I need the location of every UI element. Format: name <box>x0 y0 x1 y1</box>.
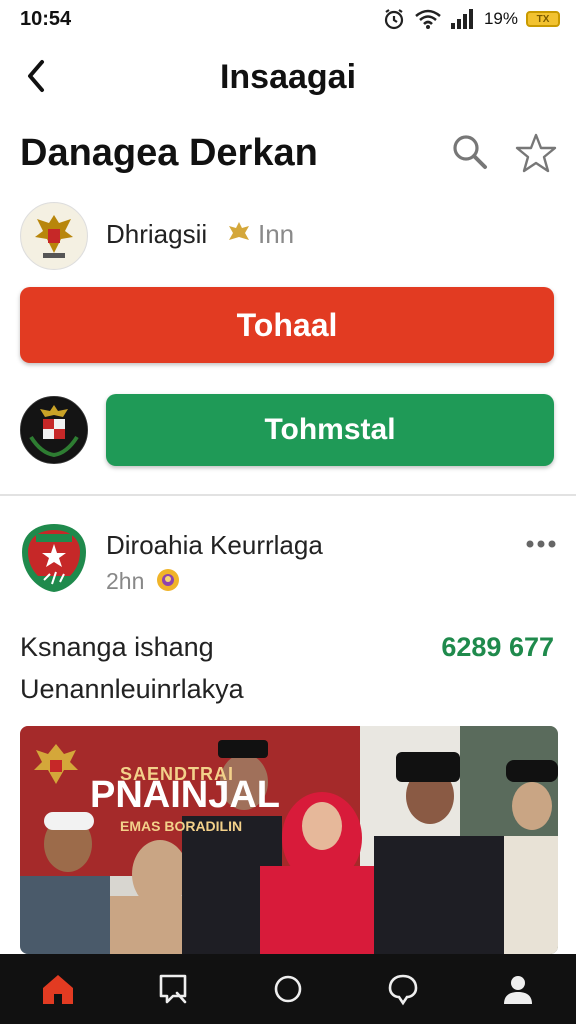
post-author[interactable]: Diroahia Keurrlaga <box>106 530 323 561</box>
primary-action-button[interactable]: Tohaal <box>20 287 554 363</box>
status-bar: 10:54 19% TX <box>0 0 576 38</box>
header-title: Insaagai <box>219 58 357 96</box>
notification-bubble-icon[interactable] <box>385 971 421 1007</box>
banner-text-line-3: EMAS BORADILIN <box>120 818 243 834</box>
signal-icon <box>450 9 473 29</box>
org-status: Inn <box>258 219 295 249</box>
star-icon[interactable] <box>515 132 557 174</box>
page-heading: Danagea Derkan <box>20 130 557 184</box>
battery-icon: TX <box>526 11 560 27</box>
status-time: 10:54 <box>20 7 72 30</box>
post-avatar[interactable] <box>20 522 88 594</box>
battery-label: TX <box>536 13 550 25</box>
profile-icon[interactable] <box>500 971 536 1007</box>
bottom-navigation <box>0 954 576 1024</box>
search-icon[interactable] <box>450 132 490 172</box>
top-bar: Insaagai <box>0 48 576 104</box>
post-count: 6289 677 <box>441 632 554 662</box>
alarm-icon <box>384 9 404 30</box>
post-time: 2hn <box>106 568 145 594</box>
emblem-logo <box>20 396 88 464</box>
banner-text-line-2: PNAINJAL <box>90 774 281 816</box>
home-icon[interactable] <box>40 971 76 1007</box>
search-bubble-icon[interactable] <box>155 971 191 1007</box>
wifi-icon <box>415 9 441 29</box>
post-header: Diroahia Keurrlaga 2hn <box>20 520 556 600</box>
post-text-line-2: Uenannleuinrlakya <box>20 674 244 704</box>
status-icons: 19% TX <box>382 7 560 31</box>
battery-percent: 19% <box>483 9 518 28</box>
emoji-icon <box>157 569 179 591</box>
more-options-icon[interactable] <box>525 538 557 550</box>
org-row[interactable]: Dhriagsii Inn <box>20 202 556 272</box>
org-logo <box>20 202 88 270</box>
page-title: Danagea Derkan <box>20 132 318 174</box>
section-divider <box>0 494 576 496</box>
secondary-action-button[interactable]: Tohmstal <box>106 394 554 466</box>
org-name: Dhriagsii <box>106 219 208 249</box>
post-photo[interactable]: SAENDTRAI PNAINJAL EMAS BORADILIN <box>20 726 558 954</box>
garuda-badge-icon <box>229 222 249 240</box>
circle-icon[interactable] <box>270 971 306 1007</box>
secondary-row: Tohmstal <box>20 394 556 470</box>
group-photo-image <box>20 726 558 954</box>
post-text-line-1: Ksnanga ishang <box>20 632 214 662</box>
